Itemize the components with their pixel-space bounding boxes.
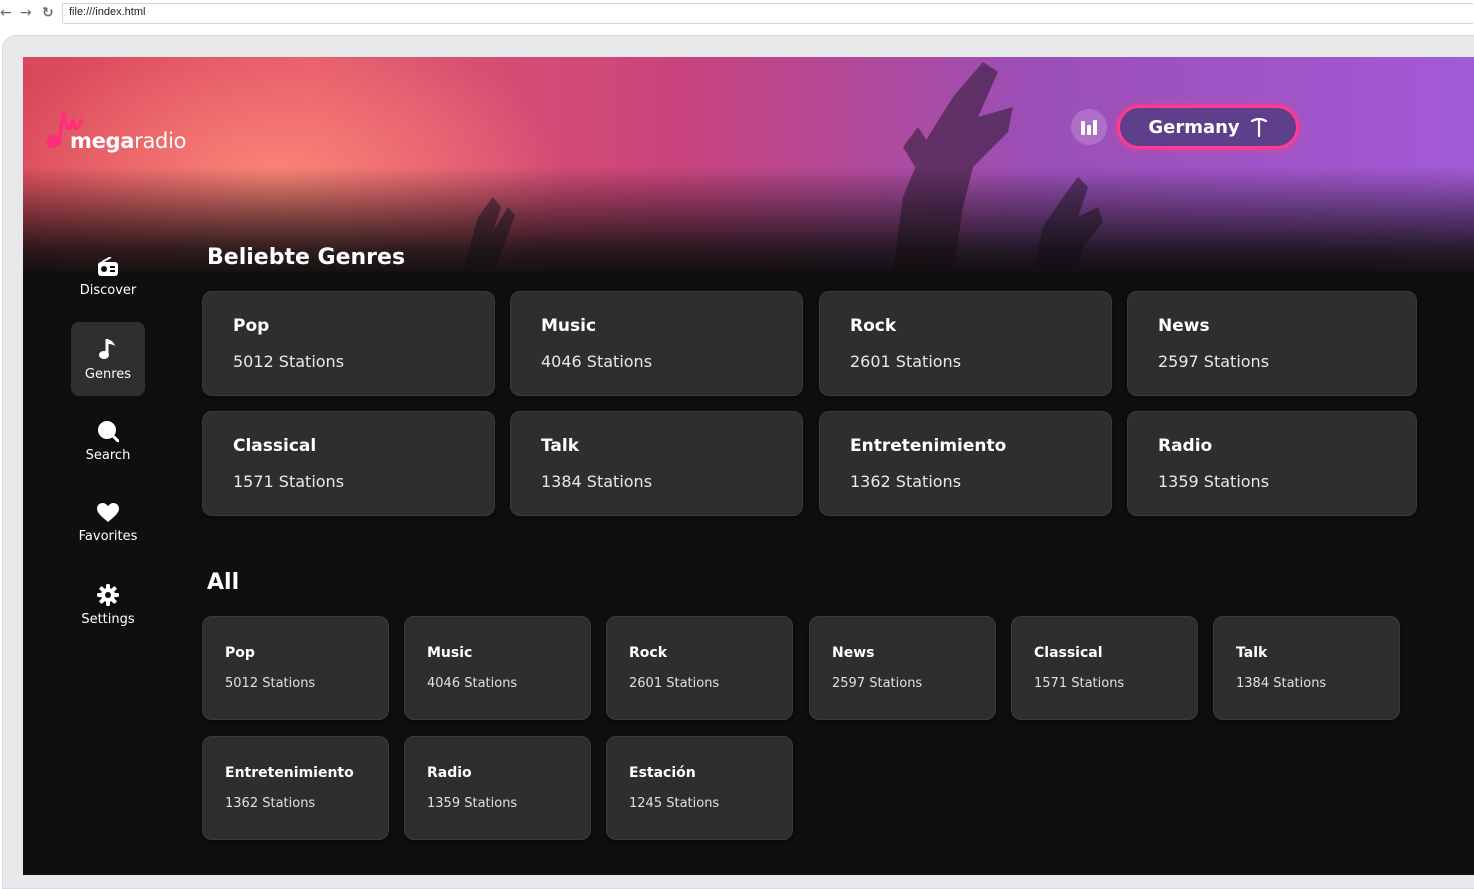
genre-card[interactable]: Entretenimiento 1362 Stations bbox=[202, 736, 389, 840]
genre-name: Talk bbox=[1236, 645, 1268, 661]
brand-logo-text: megaradio bbox=[70, 129, 187, 153]
sidebar-item-label: Genres bbox=[84, 366, 132, 382]
genre-name: Pop bbox=[225, 645, 255, 661]
station-count: 4046 Stations bbox=[541, 352, 653, 371]
sidebar-item-search[interactable]: Search bbox=[71, 404, 145, 478]
back-arrow-icon[interactable]: ← bbox=[0, 4, 12, 22]
genre-card[interactable]: Talk 1384 Stations bbox=[1213, 616, 1400, 720]
station-count: 5012 Stations bbox=[225, 676, 316, 691]
genre-name: Talk bbox=[541, 436, 580, 456]
address-bar-url: file:///index.html bbox=[69, 6, 146, 18]
section-title-all: All bbox=[207, 570, 240, 595]
sidebar-item-label: Settings bbox=[81, 611, 135, 627]
station-count: 1359 Stations bbox=[427, 796, 518, 811]
radio-icon bbox=[98, 256, 118, 276]
equalizer-icon bbox=[1081, 120, 1097, 135]
gear-icon bbox=[97, 583, 119, 606]
station-count: 5012 Stations bbox=[233, 352, 345, 371]
genre-name: Radio bbox=[1158, 436, 1213, 456]
forward-arrow-icon[interactable]: → bbox=[20, 4, 32, 22]
genre-card[interactable]: Estación 1245 Stations bbox=[606, 736, 793, 840]
station-count: 2597 Stations bbox=[832, 676, 923, 691]
browser-toolbar: ← → ↻ file:///index.html bbox=[0, 0, 1474, 28]
country-selector-button[interactable]: Germany bbox=[1117, 105, 1299, 149]
sidebar-item-genres[interactable]: Genres bbox=[71, 322, 145, 396]
station-count: 1384 Stations bbox=[1236, 676, 1327, 691]
genre-name: Radio bbox=[427, 765, 472, 781]
station-count: 1571 Stations bbox=[1034, 676, 1125, 691]
genre-name: Classical bbox=[1034, 645, 1103, 661]
section-title-popular-genres: Beliebte Genres bbox=[207, 245, 406, 270]
equalizer-button[interactable] bbox=[1071, 109, 1107, 145]
station-count: 1362 Stations bbox=[225, 796, 316, 811]
genre-name: Pop bbox=[233, 316, 270, 336]
reload-icon[interactable]: ↻ bbox=[42, 4, 54, 22]
genre-card[interactable]: Radio 1359 Stations bbox=[1127, 411, 1417, 516]
station-count: 1359 Stations bbox=[1158, 472, 1270, 491]
sidebar-item-settings[interactable]: Settings bbox=[71, 568, 145, 642]
sidebar-item-label: Discover bbox=[79, 282, 137, 298]
genre-name: News bbox=[832, 645, 875, 661]
antenna-icon bbox=[1250, 117, 1267, 137]
address-bar[interactable]: file:///index.html bbox=[62, 3, 1474, 24]
genre-card[interactable]: News 2597 Stations bbox=[1127, 291, 1417, 396]
app-window: megaradio Germany Discover Genres Search… bbox=[23, 57, 1474, 875]
station-count: 2601 Stations bbox=[629, 676, 720, 691]
station-count: 1571 Stations bbox=[233, 472, 345, 491]
genre-card[interactable]: Music 4046 Stations bbox=[404, 616, 591, 720]
search-icon bbox=[98, 420, 119, 442]
genre-card[interactable]: Talk 1384 Stations bbox=[510, 411, 803, 516]
genre-name: Rock bbox=[629, 645, 668, 661]
genre-name: Music bbox=[427, 645, 473, 661]
station-count: 2601 Stations bbox=[850, 352, 962, 371]
genre-card[interactable]: Rock 2601 Stations bbox=[819, 291, 1112, 396]
genre-name: Entretenimiento bbox=[850, 436, 1007, 456]
genre-card[interactable]: Classical 1571 Stations bbox=[1011, 616, 1198, 720]
sidebar-item-label: Favorites bbox=[78, 528, 138, 544]
genre-card[interactable]: Rock 2601 Stations bbox=[606, 616, 793, 720]
genre-card[interactable]: Entretenimiento 1362 Stations bbox=[819, 411, 1112, 516]
sidebar-item-discover[interactable]: Discover bbox=[71, 240, 145, 314]
genre-card[interactable]: Pop 5012 Stations bbox=[202, 616, 389, 720]
station-count: 1362 Stations bbox=[850, 472, 962, 491]
genre-name: Music bbox=[541, 316, 597, 336]
music-note-icon bbox=[99, 338, 115, 359]
genre-name: Estación bbox=[629, 765, 696, 781]
genre-card[interactable]: Classical 1571 Stations bbox=[202, 411, 495, 516]
station-count: 1245 Stations bbox=[629, 796, 720, 811]
genre-card[interactable]: Pop 5012 Stations bbox=[202, 291, 495, 396]
station-count: 4046 Stations bbox=[427, 676, 518, 691]
country-label: Germany bbox=[1148, 116, 1240, 138]
genre-name: Classical bbox=[233, 436, 317, 456]
genre-name: News bbox=[1158, 316, 1210, 336]
genre-card[interactable]: Radio 1359 Stations bbox=[404, 736, 591, 840]
genre-card[interactable]: News 2597 Stations bbox=[809, 616, 996, 720]
sidebar-item-favorites[interactable]: Favorites bbox=[71, 486, 145, 560]
station-count: 2597 Stations bbox=[1158, 352, 1270, 371]
sidebar-item-label: Search bbox=[85, 447, 131, 463]
genre-card[interactable]: Music 4046 Stations bbox=[510, 291, 803, 396]
genre-name: Rock bbox=[850, 316, 897, 336]
genre-name: Entretenimiento bbox=[225, 765, 354, 781]
station-count: 1384 Stations bbox=[541, 472, 653, 491]
heart-icon bbox=[97, 502, 119, 522]
